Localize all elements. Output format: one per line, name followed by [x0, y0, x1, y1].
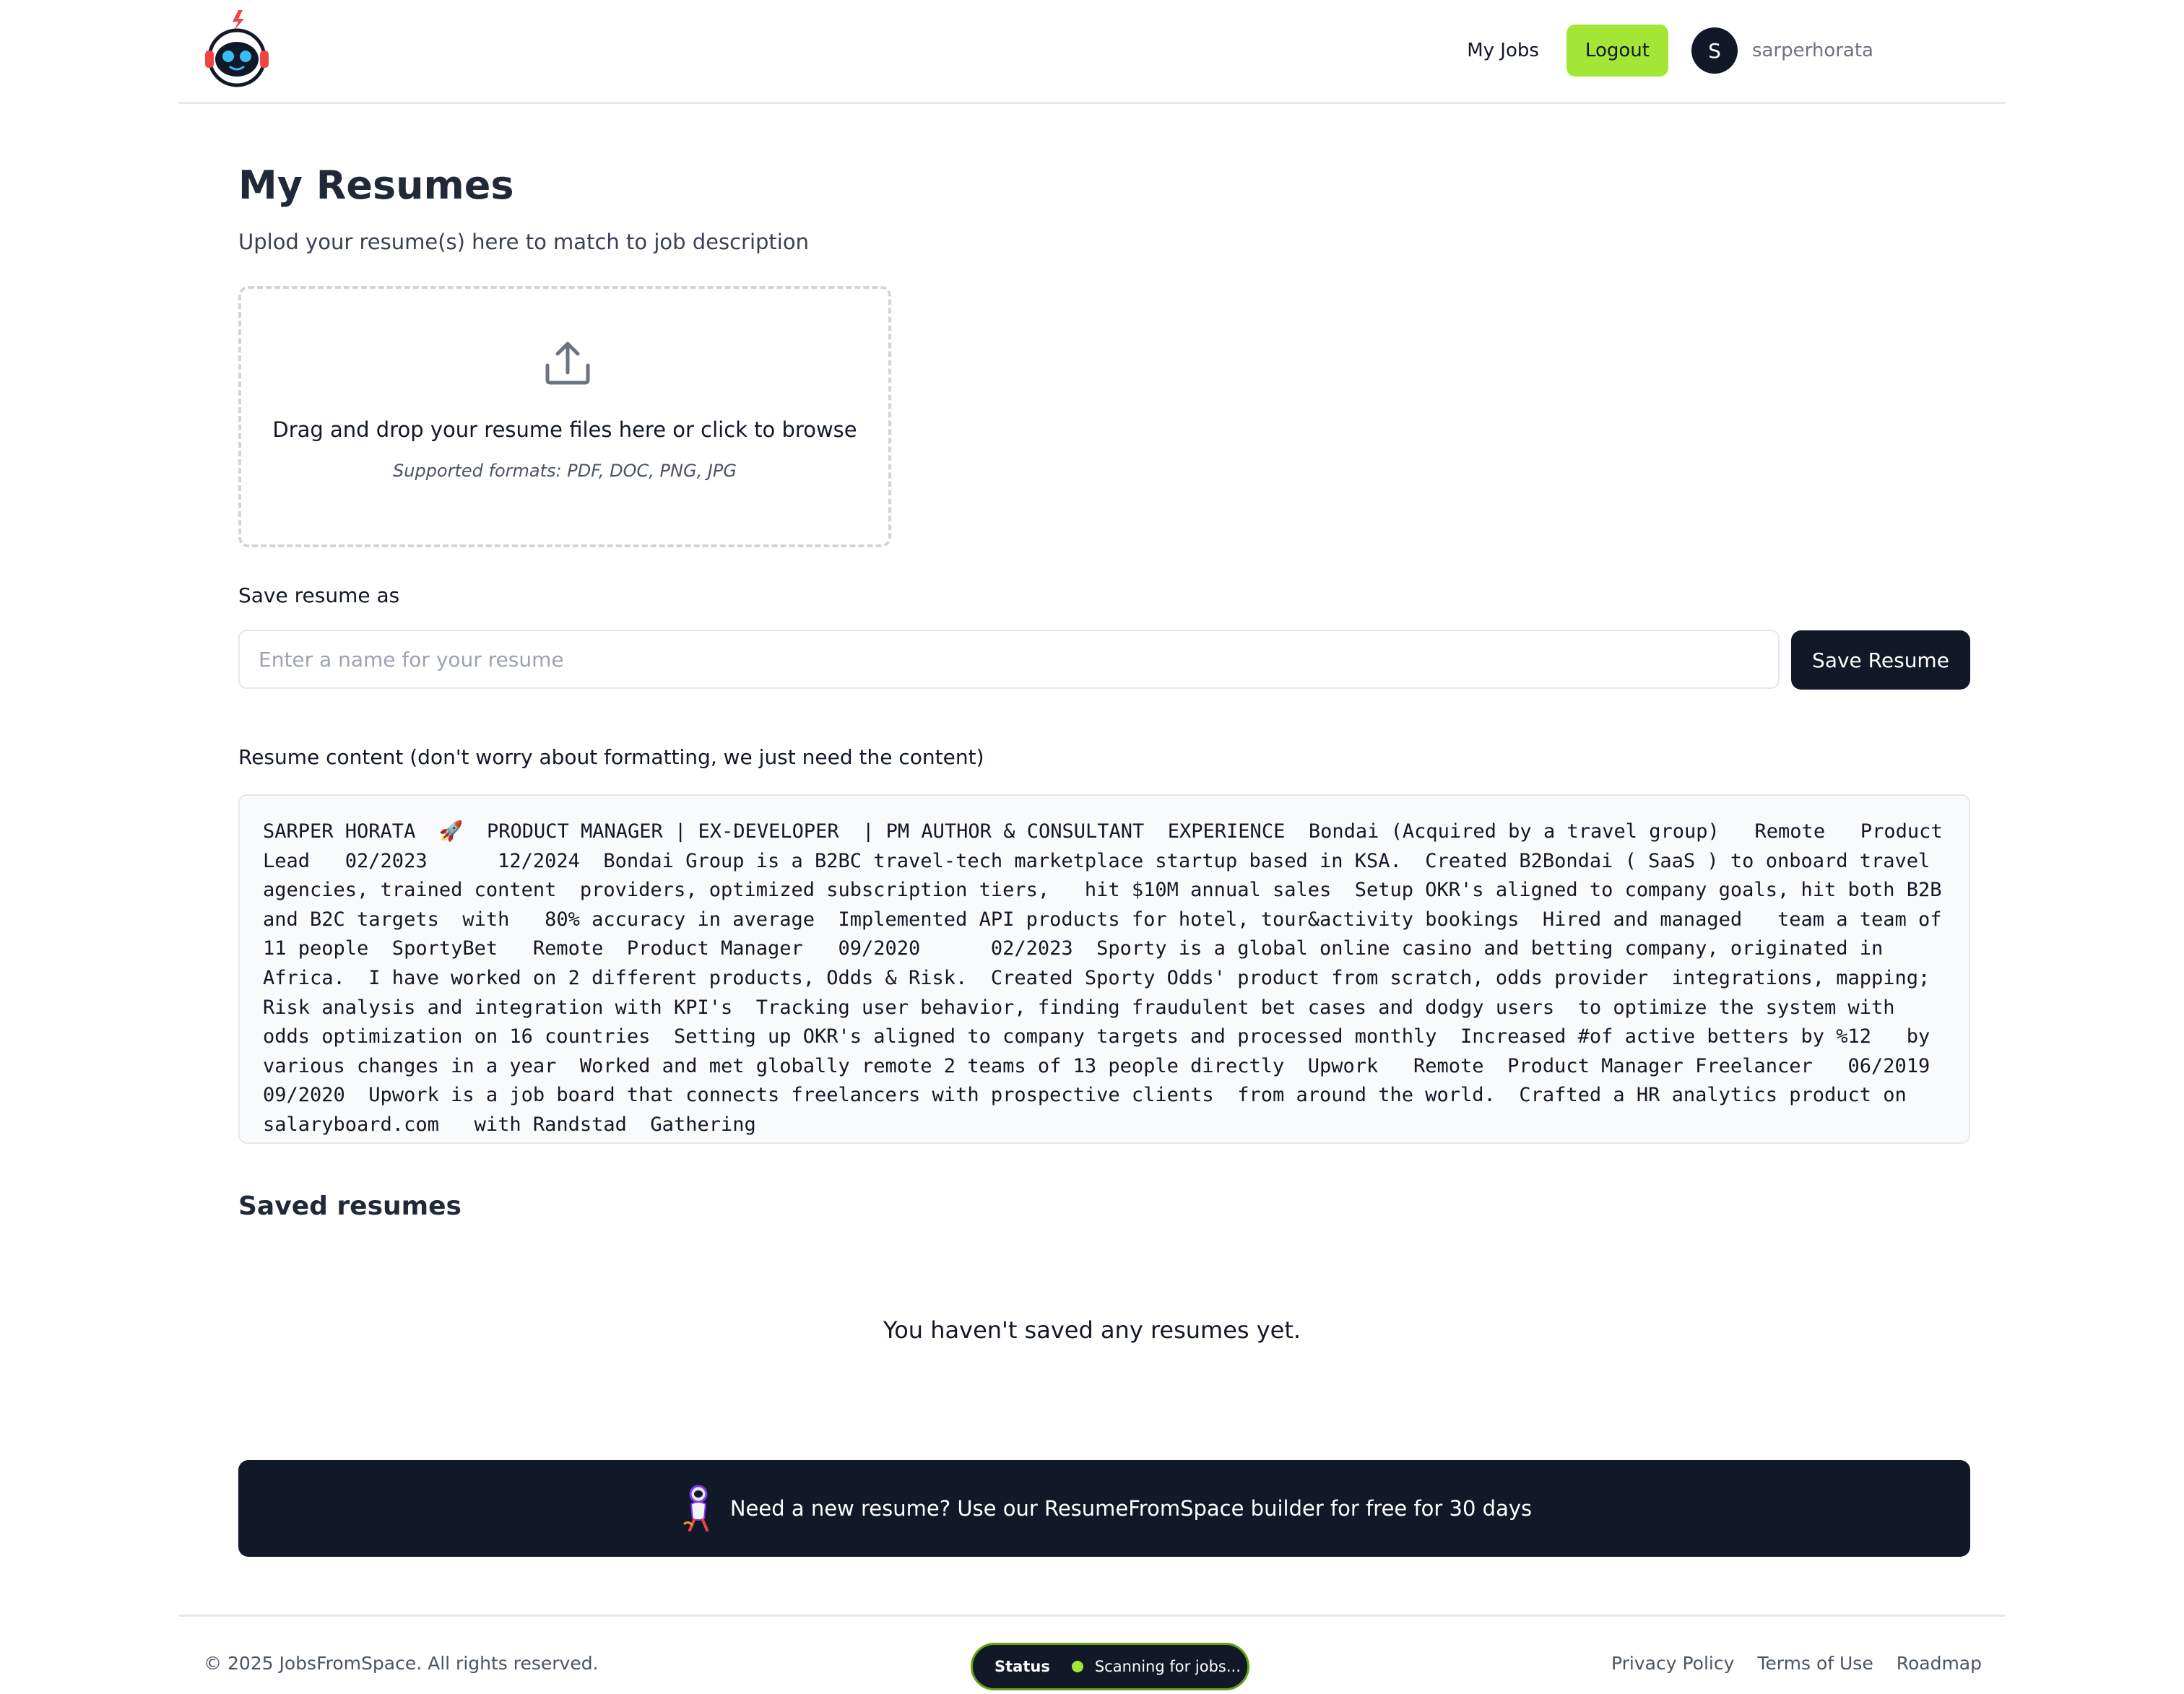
saved-resumes-heading: Saved resumes	[238, 1191, 462, 1221]
status-label: Status	[994, 1658, 1050, 1675]
dropzone-formats: Supported formats: PDF, DOC, PNG, JPG	[393, 461, 737, 481]
status-indicator[interactable]: Status Scanning for jobs...	[971, 1643, 1249, 1690]
username-label: sarperhorata	[1751, 40, 1873, 61]
upload-icon	[545, 342, 590, 385]
page-title: My Resumes	[238, 162, 514, 208]
copyright: © 2025 JobsFromSpace. All rights reserve…	[204, 1653, 599, 1674]
save-resume-button[interactable]: Save Resume	[1791, 630, 1970, 690]
terms-of-use-link[interactable]: Terms of Use	[1757, 1653, 1873, 1674]
privacy-policy-link[interactable]: Privacy Policy	[1611, 1653, 1734, 1674]
nav-right: My Jobs Logout S sarperhorata	[1467, 25, 2005, 77]
my-jobs-link[interactable]: My Jobs	[1467, 40, 1539, 61]
avatar[interactable]: S	[1691, 27, 1738, 74]
status-text: Scanning for jobs...	[1094, 1658, 1241, 1675]
resume-content-textarea[interactable]: SARPER HORATA 🚀 PRODUCT MANAGER | EX-DEV…	[238, 794, 1970, 1144]
robot-mascot-icon[interactable]	[201, 9, 273, 88]
logout-button[interactable]: Logout	[1566, 25, 1668, 77]
resume-dropzone[interactable]: Drag and drop your resume files here or …	[238, 286, 891, 547]
astronaut-rocket-icon	[682, 1485, 708, 1532]
dropzone-instructions: Drag and drop your resume files here or …	[272, 417, 857, 442]
empty-state-message: You haven't saved any resumes yet.	[883, 1316, 1301, 1344]
resume-content-text: SARPER HORATA 🚀 PRODUCT MANAGER | EX-DEV…	[263, 820, 1943, 1136]
resume-builder-banner[interactable]: Need a new resume? Use our ResumeFromSpa…	[238, 1460, 1970, 1557]
resume-name-input[interactable]	[238, 630, 1780, 689]
status-dot-icon	[1071, 1661, 1083, 1672]
banner-text: Need a new resume? Use our ResumeFromSpa…	[729, 1496, 1533, 1521]
save-as-label: Save resume as	[238, 583, 400, 607]
roadmap-link[interactable]: Roadmap	[1897, 1653, 1982, 1674]
content-label: Resume content (don't worry about format…	[238, 745, 984, 769]
footer: © 2025 JobsFromSpace. All rights reserve…	[179, 1615, 2005, 1694]
page-subtitle: Uplod your resume(s) here to match to jo…	[238, 230, 809, 254]
footer-links: Privacy Policy Terms of Use Roadmap	[1588, 1653, 1982, 1674]
top-navbar: My Jobs Logout S sarperhorata	[179, 0, 2005, 104]
